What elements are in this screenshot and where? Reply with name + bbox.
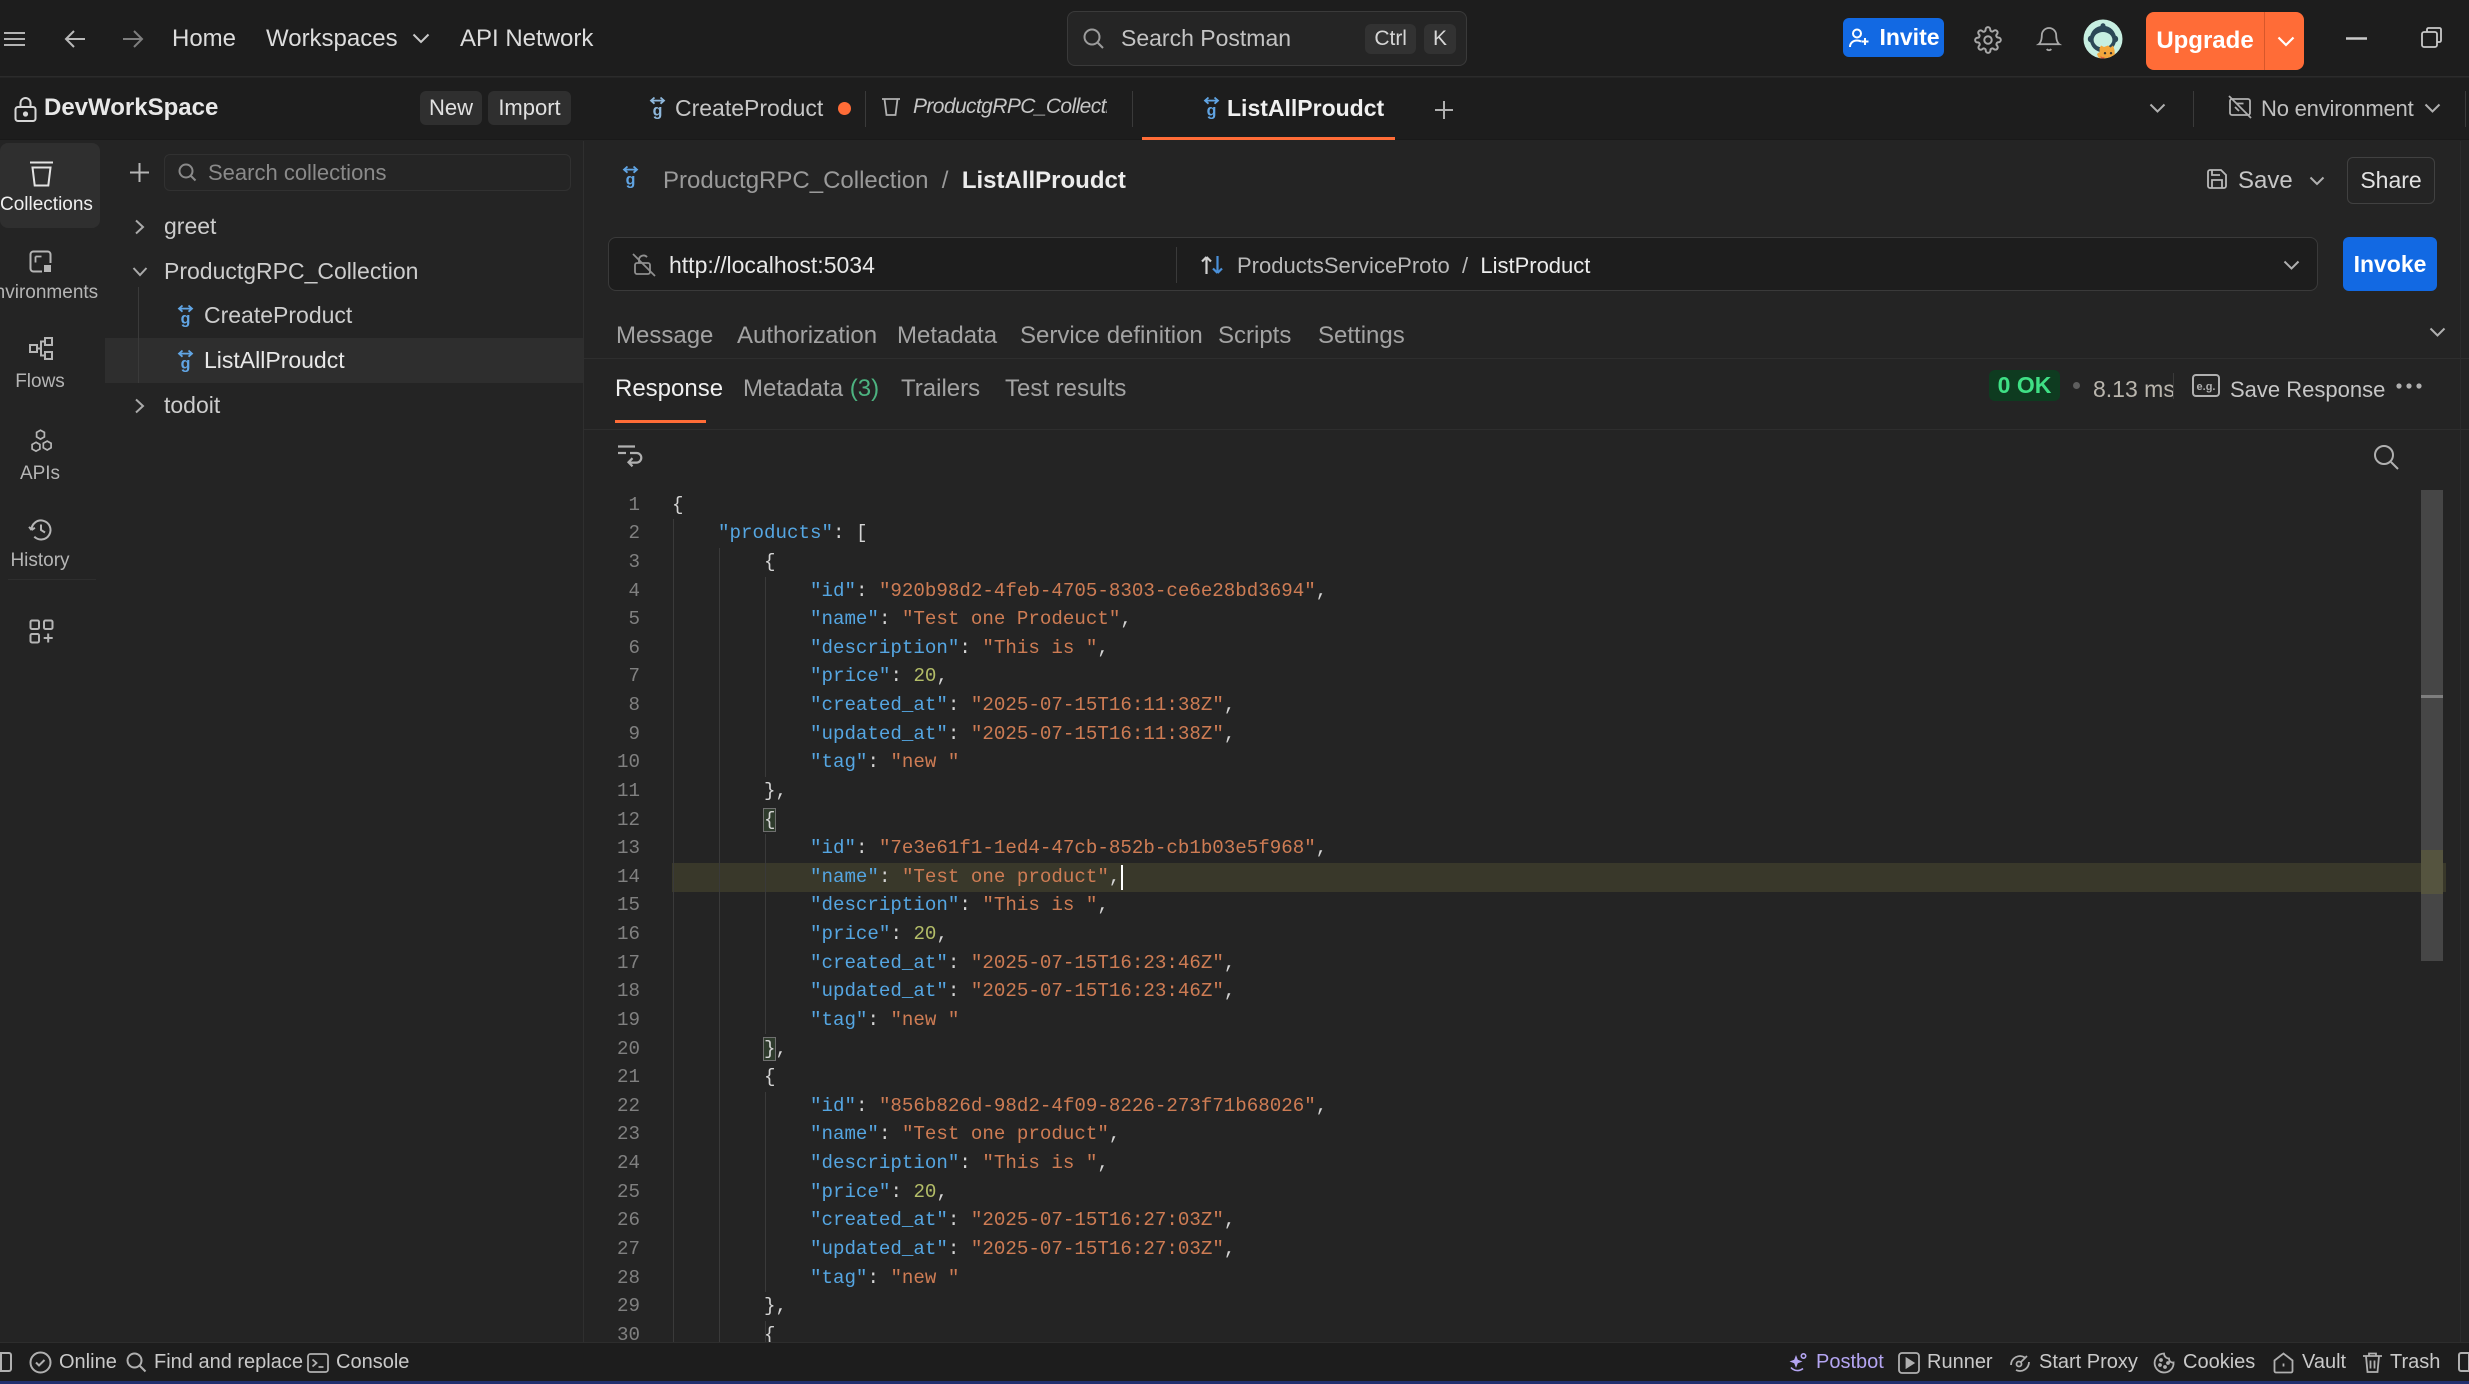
svg-text:g: g (181, 356, 191, 373)
svg-text:g: g (1207, 103, 1217, 120)
svg-text:g: g (626, 172, 636, 189)
svg-text:g: g (181, 311, 191, 328)
svg-text:e.g.: e.g. (2197, 381, 2216, 393)
svg-text:g: g (653, 103, 663, 120)
